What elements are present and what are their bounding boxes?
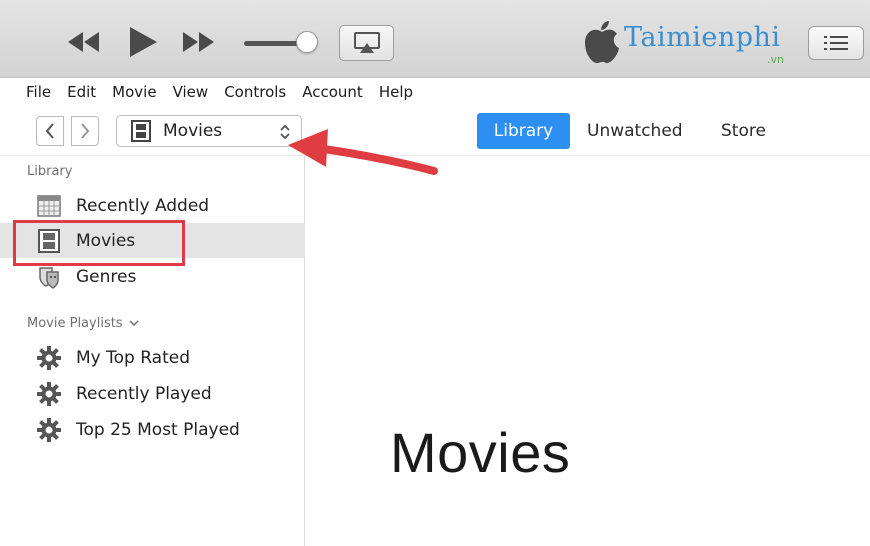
menu-movie[interactable]: Movie [112,83,156,101]
calendar-grid-icon [36,194,62,218]
theater-masks-icon [36,265,62,289]
page-title: Movies [390,421,571,484]
list-icon [824,36,848,50]
playlists-heading-label: Movie Playlists [27,316,123,331]
sidebar-item-label: My Top Rated [76,347,190,368]
tab-library[interactable]: Library [477,113,570,149]
tab-store[interactable]: Store [711,113,776,149]
menu-account[interactable]: Account [302,83,363,101]
sidebar-item-label: Top 25 Most Played [76,419,240,440]
airplay-icon [353,32,380,53]
sidebar-item-my-top-rated[interactable]: My Top Rated [0,340,305,375]
film-icon [36,228,62,253]
menu-bar: File Edit Movie View Controls Account He… [0,78,870,106]
sidebar-item-genres[interactable]: Genres [0,259,305,294]
menu-help[interactable]: Help [379,83,413,101]
apple-logo-icon [582,17,622,69]
media-kind-label: Movies [163,121,223,141]
chevron-left-icon [45,123,54,139]
smart-playlist-gear-icon [36,345,62,370]
smart-playlist-gear-icon [36,417,62,442]
volume-slider-knob[interactable] [296,31,318,53]
tab-unwatched[interactable]: Unwatched [577,113,693,149]
menu-view[interactable]: View [173,83,209,101]
annotation-arrow-icon [288,129,438,175]
sidebar-item-label: Recently Played [76,383,212,404]
play-button[interactable] [127,25,159,63]
sidebar-library-heading: Library [27,164,73,179]
brand-logo-text: Taimienphi [624,22,781,53]
sidebar-item-label: Genres [76,266,137,287]
media-kind-select[interactable]: Movies [116,115,302,147]
volume-slider-track[interactable] [244,41,302,46]
forward-button[interactable] [71,116,99,146]
fast-forward-icon [183,32,214,52]
player-toolbar: Taimienphi .vn [0,0,870,78]
fast-forward-button[interactable] [180,30,216,58]
sidebar-item-label: Recently Added [76,195,210,216]
smart-playlist-gear-icon [36,381,62,406]
sidebar-item-recently-added[interactable]: Recently Added [0,188,305,223]
menu-controls[interactable]: Controls [224,83,286,101]
chevron-right-icon [81,123,90,139]
chevron-down-icon [129,320,139,327]
brand-logo-suffix: .vn [767,53,784,66]
back-button[interactable] [36,116,64,146]
play-icon [130,27,157,57]
sidebar-item-movies[interactable]: Movies [0,223,305,258]
film-icon [131,120,151,142]
rewind-icon [68,32,99,52]
sidebar-item-label: Movies [76,230,136,251]
sidebar-playlists-heading[interactable]: Movie Playlists [27,316,139,331]
airplay-button[interactable] [339,25,394,61]
menu-edit[interactable]: Edit [67,83,96,101]
sidebar-item-top-25-most-played[interactable]: Top 25 Most Played [0,412,305,447]
sidebar-item-recently-played[interactable]: Recently Played [0,376,305,411]
menu-file[interactable]: File [26,83,51,101]
up-next-button[interactable] [808,26,864,60]
sidebar: Library Recently Added Movies Genres Mov… [0,156,305,546]
rewind-button[interactable] [66,30,102,58]
